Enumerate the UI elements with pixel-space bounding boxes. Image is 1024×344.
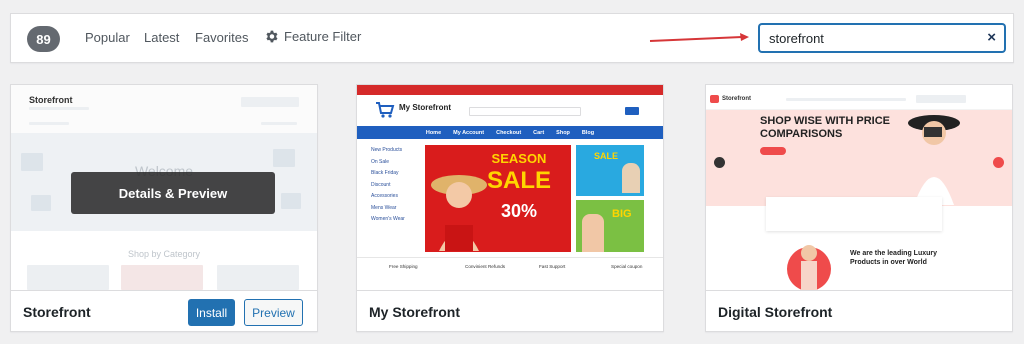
sidebar-item: Accessories [371,193,398,199]
sale-main: SALE [487,167,552,194]
theme-card-footer: Storefront Install Preview [11,290,317,331]
placeholder [27,265,109,290]
theme-name: Storefront [23,304,91,320]
placeholder [916,95,966,103]
placeholder [29,122,69,125]
theme-screenshot[interactable]: My Storefront Home My Account Checkout C… [357,85,663,290]
placeholder [241,97,299,107]
cart-icon [376,102,395,118]
theme-card-my-storefront[interactable]: My Storefront Home My Account Checkout C… [356,84,664,332]
theme-name: Digital Storefront [718,304,833,320]
nav-item: Checkout [496,129,522,136]
features-strip: Free Shipping Convinient Refunds Fast Su… [357,257,663,290]
tab-popular[interactable]: Popular [85,30,130,45]
preview-button[interactable]: Preview [244,299,303,326]
theme-screenshot[interactable]: Storefront SHOP WISE WITH PRICE COMPARIS… [706,85,1012,290]
sidebar-item: On Sale [371,158,390,165]
sidebar-item: Discount [371,181,391,188]
theme-card-footer: Digital Storefront [706,290,1012,331]
nav-item: Cart [533,129,545,136]
theme-count-badge: 89 [27,26,60,52]
install-button[interactable]: Install [188,299,235,326]
screenshot-logo: Storefront [722,96,751,102]
tab-latest[interactable]: Latest [144,30,179,45]
nav-item: My Account [453,129,485,136]
screenshot-header: Storefront [706,85,1012,110]
placeholder [786,98,906,101]
clear-icon[interactable]: × [987,29,996,46]
chevron-right-icon [993,157,1004,168]
screenshot-sidebar: New Products On Sale Black Friday Discou… [371,145,423,226]
placeholder [622,163,640,193]
headline-line: COMPARISONS [760,128,843,140]
headline-line: SHOP WISE WITH PRICE [760,115,890,127]
promo-banner: BIG [576,200,644,252]
promo-banner: SALE [576,145,644,196]
subheading-line: Products in over World [850,259,927,266]
sidebar-item: Mens Wear [371,204,397,211]
sale-top: SEASON [491,151,547,166]
feature-item: Fast Support [539,264,566,269]
sidebar-item: New Products [371,147,403,153]
theme-filter-bar: 89 Popular Latest Favorites Feature Filt… [10,13,1014,63]
gear-icon [266,30,278,43]
placeholder [582,214,604,252]
screenshot-cta [760,147,786,155]
theme-name: My Storefront [369,304,460,320]
annotation-arrow-search [649,33,749,42]
sale-percent: 30% [500,201,538,221]
chevron-left-icon [714,157,725,168]
feature-filter-button[interactable]: Feature Filter [265,29,361,44]
theme-screenshot[interactable]: Storefront Welcome Details & Preview Sho… [11,85,317,290]
theme-search-input[interactable]: storefront × [759,24,1005,52]
feature-item: Special coupon [611,264,643,269]
screenshot-shop-heading: Shop by Category [127,249,201,259]
promo-text: BIG [612,208,632,220]
screenshot-logo: My Storefront [399,103,451,112]
screenshot-header: Storefront [11,85,317,133]
placeholder [625,107,639,115]
logo-icon [710,95,719,103]
nav-item: Blog [581,129,595,136]
feature-item: Convinient Refunds [465,264,506,269]
model-figure [431,175,487,251]
search-value: storefront [769,31,824,46]
screenshot-subheading: We are the leading Luxury Products in ov… [850,249,937,267]
theme-card-digital-storefront[interactable]: Storefront SHOP WISE WITH PRICE COMPARIS… [705,84,1013,332]
screenshot-nav: Home My Account Checkout Cart Shop Blog [357,126,663,139]
model-figure [908,115,960,205]
placeholder [469,107,581,116]
tab-favorites[interactable]: Favorites [195,30,248,45]
nav-item: Home [425,129,442,136]
placeholder [281,193,301,209]
theme-card-footer: My Storefront [357,290,663,331]
details-preview-button[interactable]: Details & Preview [71,172,275,214]
sale-banner: SEASON SALE 30% [425,145,571,252]
sidebar-item: Women's Wear [371,216,405,222]
feature-band [766,197,942,231]
screenshot-logo: Storefront [29,95,73,105]
placeholder [217,265,299,290]
placeholder [29,107,89,110]
model-figure [787,245,831,290]
sale-text: SEASON SALE 30% [487,150,551,220]
placeholder [31,195,51,211]
promo-text: SALE [594,151,619,161]
placeholder [261,122,297,125]
subheading-line: We are the leading Luxury [850,250,938,257]
screenshot-topbar [357,85,663,95]
sidebar-item: Black Friday [371,170,399,176]
feature-item: Free Shipping [389,264,418,269]
theme-card-storefront[interactable]: Storefront Welcome Details & Preview Sho… [10,84,318,332]
nav-item: Shop [556,129,570,136]
placeholder [121,265,203,290]
screenshot-headline: SHOP WISE WITH PRICE COMPARISONS [760,115,890,141]
feature-filter-label: Feature Filter [284,29,362,44]
